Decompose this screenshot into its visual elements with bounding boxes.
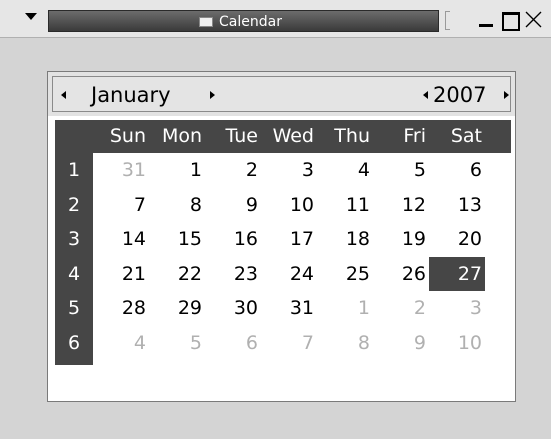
weekday-sat: Sat [450,125,482,147]
day-cell[interactable]: 30 [205,291,261,325]
day-cell[interactable]: 12 [373,188,429,222]
day-cell[interactable]: 28 [93,291,149,325]
month-label: January [91,83,171,107]
weekday-header-row: Sun Mon Tue Wed Thu Fri Sat [55,120,511,153]
window-menu-icon[interactable] [25,13,37,20]
day-cell[interactable]: 7 [93,188,149,222]
day-cell[interactable]: 16 [205,222,261,256]
week-number: 5 [67,297,81,319]
day-cell[interactable]: 6 [205,326,261,360]
day-cell[interactable]: 1 [317,291,373,325]
day-cell[interactable]: 10 [429,326,485,360]
day-cell[interactable]: 23 [205,257,261,291]
weekday-sun: Sun [109,125,146,147]
day-cell[interactable]: 1 [149,153,205,187]
day-cell[interactable]: 9 [205,188,261,222]
day-cell[interactable]: 21 [93,257,149,291]
day-cell[interactable]: 6 [429,153,485,187]
day-cell[interactable]: 31 [93,153,149,187]
close-button[interactable] [522,8,544,30]
day-cell[interactable]: 8 [317,326,373,360]
weekday-tue: Tue [225,125,258,147]
window-icon [199,17,213,27]
title-bar[interactable]: Calendar [0,0,551,38]
day-cell[interactable]: 22 [149,257,205,291]
calendar-widget: January 2007 Sun Mon Tue Wed Thu Fri Sat 12345… [47,71,516,402]
maximize-button[interactable] [498,8,520,31]
day-cell[interactable]: 31 [261,291,317,325]
week-number: 4 [67,262,81,285]
day-cell[interactable]: 2 [205,153,261,187]
week-number: 1 [67,159,81,181]
minimize-button[interactable] [475,8,497,30]
day-cell[interactable]: 13 [429,188,485,222]
day-cell[interactable]: 17 [261,222,317,256]
prev-year-icon[interactable] [423,91,428,99]
weekday-wed: Wed [272,125,314,147]
day-cell[interactable]: 20 [429,222,485,256]
title-area[interactable]: Calendar [48,10,439,32]
day-cell[interactable]: 14 [93,222,149,256]
day-cell[interactable]: 18 [317,222,373,256]
calendar-window: Calendar January 2007 Sun Mon Tue Wed Thu Fri… [0,0,551,439]
day-cell[interactable]: 25 [317,257,373,291]
prev-month-icon[interactable] [61,91,66,99]
day-cell[interactable]: 15 [149,222,205,256]
window-title: Calendar [219,14,282,30]
day-cell[interactable]: 8 [149,188,205,222]
weekday-thu: Thu [334,125,370,147]
day-cell[interactable]: 3 [261,153,317,187]
calendar-header: January 2007 [48,72,515,116]
day-cell[interactable]: 5 [149,326,205,360]
year-label: 2007 [433,83,487,107]
next-year-icon[interactable] [504,91,509,99]
day-cell[interactable]: 7 [261,326,317,360]
week-number: 6 [67,331,81,354]
day-cell[interactable]: 19 [373,222,429,256]
day-cell[interactable]: 3 [429,291,485,325]
day-cell[interactable]: 5 [373,153,429,187]
day-cell[interactable]: 4 [317,153,373,187]
day-cell-selected[interactable]: 27 [429,256,485,291]
day-cell[interactable]: 24 [261,257,317,291]
next-month-icon[interactable] [210,91,215,99]
title-bar-separator [445,11,450,30]
week-number: 2 [67,193,81,216]
calendar-header-box: January 2007 [52,76,511,112]
day-cell[interactable]: 4 [93,326,149,360]
day-cell[interactable]: 2 [373,291,429,325]
day-cell[interactable]: 29 [149,291,205,325]
day-cell[interactable]: 11 [317,188,373,222]
close-icon [525,11,542,28]
week-number: 3 [67,228,81,250]
weekday-mon: Mon [161,125,202,147]
day-cell[interactable]: 10 [261,188,317,222]
day-cell[interactable]: 26 [373,257,429,291]
week-number-column: 1 2 3 4 5 6 [55,153,93,365]
day-cell[interactable]: 9 [373,326,429,360]
weekday-fri: Fri [403,125,426,147]
